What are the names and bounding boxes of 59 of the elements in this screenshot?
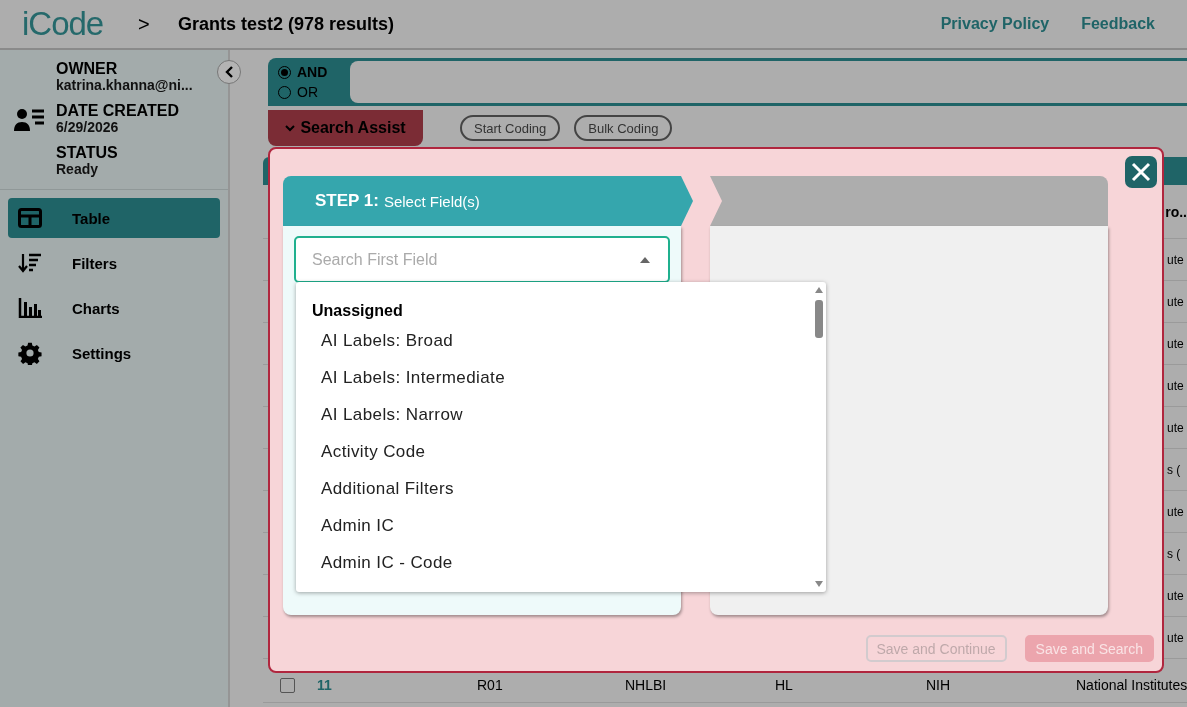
chevron-down-icon xyxy=(285,124,296,132)
nav-item[interactable]: Table xyxy=(8,198,220,238)
caret-up-icon xyxy=(640,257,650,263)
close-button[interactable] xyxy=(1125,156,1157,188)
table-cell-text: ute xyxy=(1166,588,1185,603)
person-list-icon xyxy=(14,106,44,131)
sort-filter-icon xyxy=(18,253,42,273)
nav-item[interactable]: Settings xyxy=(8,333,220,373)
table-cell-text: R01 xyxy=(477,677,504,693)
close-icon xyxy=(1131,162,1151,182)
table-cell-text: ute xyxy=(1166,420,1185,435)
nav-item[interactable]: Charts xyxy=(8,288,220,328)
detail-label: STATUS xyxy=(56,144,119,161)
dropdown-option[interactable]: AI Labels: Intermediate xyxy=(296,366,826,403)
scrollbar[interactable] xyxy=(815,286,823,588)
detail-label: DATE CREATED xyxy=(56,102,180,119)
column-header: ro.. xyxy=(1165,203,1187,220)
table-cell-text: ute xyxy=(1166,504,1185,519)
operator-radio[interactable]: AND xyxy=(278,64,350,80)
table-cell-text: ute xyxy=(1166,630,1185,645)
table-cell[interactable]: 11 xyxy=(317,677,477,693)
field-select[interactable]: Search First Field xyxy=(294,236,670,283)
detail-value: 6/29/2026 xyxy=(56,119,120,135)
dropdown-option[interactable]: AI Labels: Broad xyxy=(296,329,826,366)
chevron-left-icon xyxy=(224,66,234,78)
breadcrumb-chevron: > xyxy=(138,12,151,36)
detail-label: OWNER xyxy=(56,60,119,77)
table-cell-text: ute xyxy=(1166,252,1185,267)
option-group-label: Unassigned xyxy=(311,302,404,320)
dropdown-option[interactable]: Admin IC xyxy=(296,514,826,551)
table-cell-text: NHLBI xyxy=(625,677,668,693)
settings-icon xyxy=(18,341,42,365)
detail-value: Ready xyxy=(56,161,100,177)
operator-radio[interactable]: OR xyxy=(278,84,350,100)
table-cell-text: HL xyxy=(775,677,794,693)
table-cell-text: NIH xyxy=(926,677,952,693)
nav-item[interactable]: Filters xyxy=(8,243,220,283)
dropdown-option[interactable]: Additional Filters xyxy=(296,477,826,514)
dropdown-option[interactable]: Admin IC - Code xyxy=(296,551,826,588)
collapse-button[interactable] xyxy=(217,60,241,84)
table-cell-text: ute xyxy=(1166,294,1185,309)
dropdown-option[interactable]: Activity Code xyxy=(296,440,826,477)
dropdown-option[interactable]: AI Labels: Narrow xyxy=(296,403,826,440)
header-link[interactable]: Feedback xyxy=(1081,15,1155,33)
page-title: Grants test2 (978 results) xyxy=(178,13,396,35)
header-link[interactable]: Privacy Policy xyxy=(940,15,1050,33)
step-header: STEP 1: Select Field(s) xyxy=(283,176,693,226)
table-cell-text: ute xyxy=(1166,378,1185,393)
table-icon xyxy=(18,208,42,228)
bar-chart-icon xyxy=(18,298,42,318)
query-field[interactable] xyxy=(350,58,1187,106)
table-cell-text: s ( xyxy=(1166,546,1182,561)
table-cell-text: s ( xyxy=(1166,462,1182,477)
row-checkbox[interactable] xyxy=(280,678,295,693)
table-cell-text: ute xyxy=(1166,336,1185,351)
toolbar-button[interactable]: Start Coding xyxy=(460,115,561,141)
table-cell: National Institutes xyxy=(1076,677,1187,693)
detail-value: katrina.khanna@ni... xyxy=(56,77,193,93)
toolbar-button[interactable]: Bulk Coding xyxy=(574,115,673,141)
